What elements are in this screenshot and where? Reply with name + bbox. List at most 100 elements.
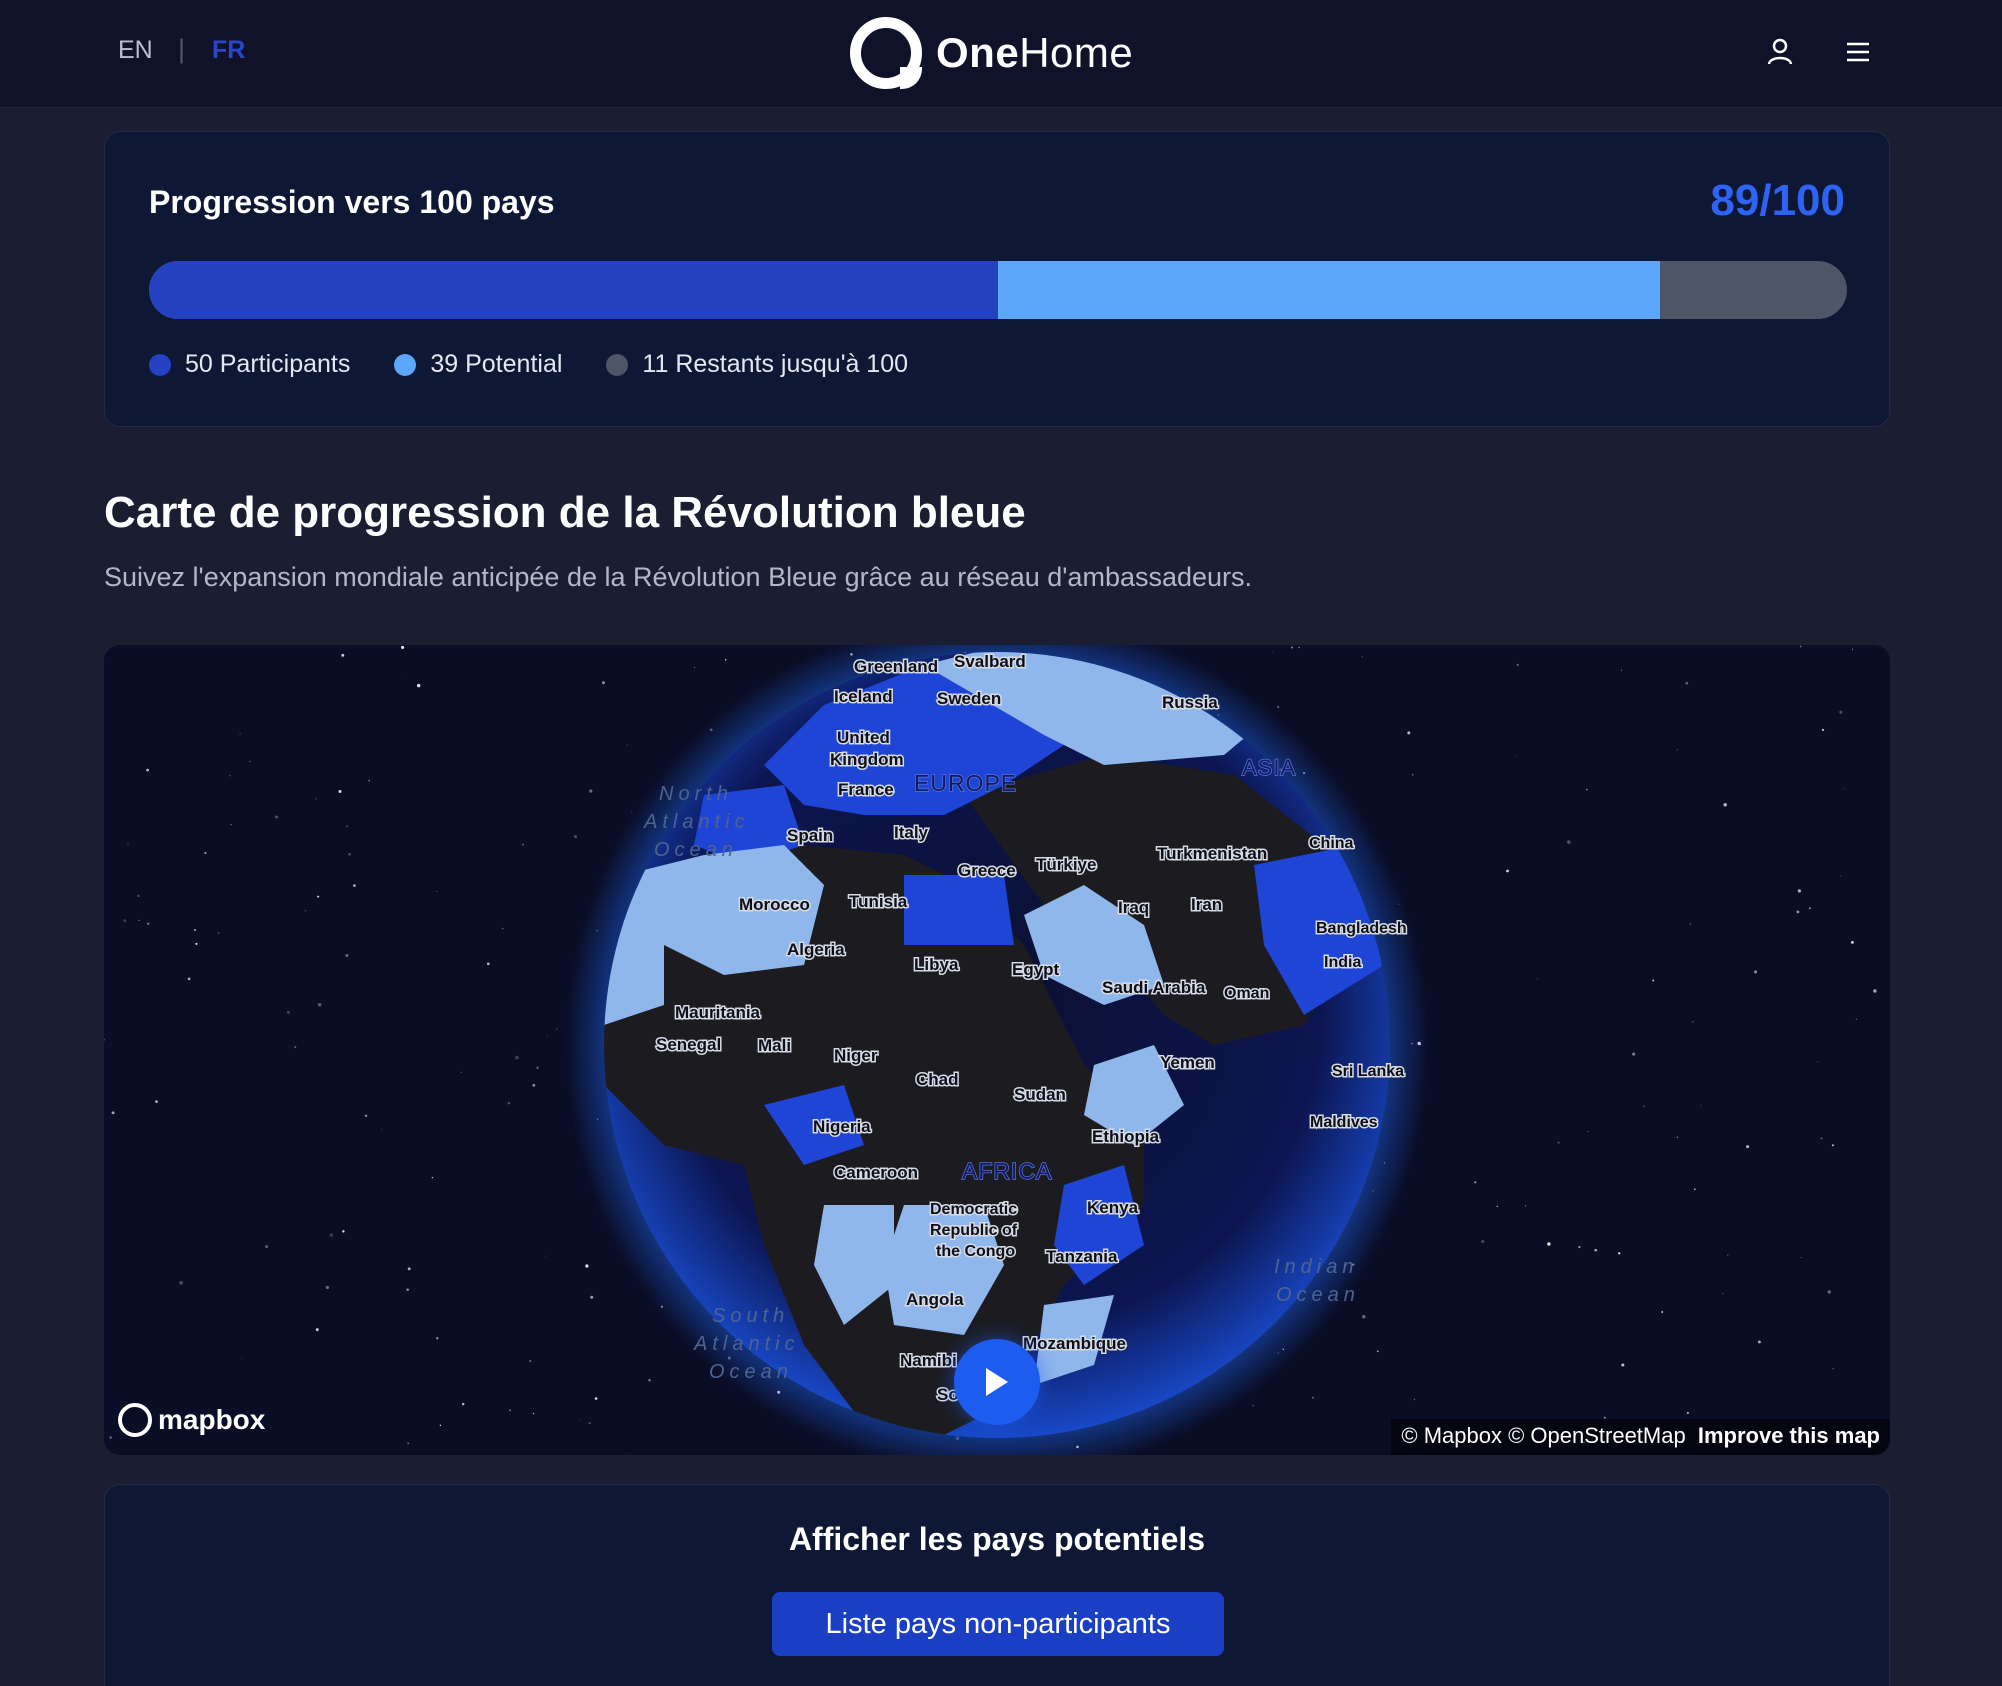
star xyxy=(590,1295,594,1299)
svg-text:Russia: Russia xyxy=(1162,693,1218,712)
svg-text:Sudan: Sudan xyxy=(1014,1085,1066,1104)
star xyxy=(1689,923,1692,925)
star xyxy=(1652,979,1655,982)
play-button[interactable] xyxy=(954,1339,1040,1425)
svg-text:Mozambique: Mozambique xyxy=(1023,1334,1126,1353)
star xyxy=(1621,1363,1625,1367)
svg-text:China: China xyxy=(1309,835,1354,852)
non-participants-list-button[interactable]: Liste pays non-participants xyxy=(772,1592,1224,1656)
svg-text:Namibi: Namibi xyxy=(900,1351,957,1370)
star xyxy=(401,645,405,649)
brand-logo[interactable]: OneHome xyxy=(850,15,1133,91)
potential-countries-title: Afficher les pays potentiels xyxy=(788,1521,1206,1557)
star xyxy=(146,922,150,925)
star xyxy=(1676,749,1678,751)
svg-text:Iran: Iran xyxy=(1191,895,1222,914)
star xyxy=(155,1100,158,1103)
play-icon xyxy=(986,1368,1008,1396)
globe-svg[interactable]: Greenland Svalbard Iceland Sweden Russia… xyxy=(104,645,1890,1455)
svg-text:Sweden: Sweden xyxy=(937,689,1001,708)
lang-en-link[interactable]: EN xyxy=(118,36,153,65)
star xyxy=(194,929,196,931)
star xyxy=(406,1288,409,1291)
star xyxy=(404,674,406,676)
star xyxy=(1676,1136,1678,1138)
user-icon[interactable] xyxy=(1762,34,1798,70)
star xyxy=(1851,648,1854,650)
star xyxy=(104,1038,106,1041)
star xyxy=(588,1422,591,1425)
star xyxy=(1727,1254,1729,1256)
svg-text:Mali: Mali xyxy=(758,1036,791,1055)
svg-text:Saudi Arabia: Saudi Arabia xyxy=(1102,978,1206,997)
lang-separator: | xyxy=(178,34,186,64)
svg-text:Sri Lanka: Sri Lanka xyxy=(1332,1063,1404,1080)
svg-text:Italy: Italy xyxy=(894,823,929,842)
star xyxy=(1277,705,1280,709)
svg-text:Ocean: Ocean xyxy=(654,839,738,861)
star xyxy=(1700,1104,1702,1106)
svg-text:India: India xyxy=(1324,954,1361,971)
star xyxy=(594,1397,598,1400)
svg-text:Democratic: Democratic xyxy=(930,1201,1017,1218)
star xyxy=(724,659,727,661)
star xyxy=(486,962,490,966)
svg-text:ASIA: ASIA xyxy=(1242,755,1296,780)
svg-text:Maldives: Maldives xyxy=(1310,1114,1378,1131)
svg-text:Iceland: Iceland xyxy=(834,687,893,706)
section-subtitle: Suivez l'expansion mondiale anticipée de… xyxy=(104,562,1253,592)
svg-text:Morocco: Morocco xyxy=(739,895,810,914)
star xyxy=(275,815,279,819)
star xyxy=(544,1255,546,1257)
svg-text:the Congo: the Congo xyxy=(936,1243,1015,1260)
star xyxy=(407,1442,410,1445)
lang-fr-link[interactable]: FR xyxy=(212,36,245,65)
star xyxy=(1474,1181,1477,1184)
improve-map-link[interactable]: Improve this map xyxy=(1698,1423,1880,1448)
star xyxy=(127,843,129,845)
star xyxy=(1800,1256,1802,1259)
star xyxy=(342,1230,345,1233)
star xyxy=(626,744,628,746)
legend-item-participants: 50 Participants xyxy=(149,350,350,379)
star xyxy=(241,1358,243,1360)
star xyxy=(1361,656,1363,658)
star xyxy=(532,1412,535,1415)
star xyxy=(536,1066,539,1069)
map-attribution: © Mapbox © OpenStreetMap Improve this ma… xyxy=(1391,1419,1890,1455)
section-title: Carte de progression de la Révolution bl… xyxy=(104,488,1026,537)
star xyxy=(294,1046,297,1049)
svg-text:Tanzania: Tanzania xyxy=(1046,1247,1118,1266)
svg-text:Oman: Oman xyxy=(1224,985,1269,1002)
attribution-text[interactable]: © Mapbox © OpenStreetMap xyxy=(1401,1423,1685,1448)
star xyxy=(1496,1205,1498,1208)
svg-text:Ocean: Ocean xyxy=(1276,1284,1360,1306)
star xyxy=(1832,1367,1834,1370)
star xyxy=(629,1453,631,1455)
hamburger-menu-icon[interactable] xyxy=(1840,34,1876,70)
star xyxy=(341,653,345,657)
globe-map[interactable]: Greenland Svalbard Iceland Sweden Russia… xyxy=(104,645,1890,1455)
svg-text:Greece: Greece xyxy=(958,861,1016,880)
star xyxy=(502,927,504,930)
star xyxy=(1855,1018,1857,1020)
star xyxy=(407,1267,411,1271)
svg-text:France: France xyxy=(838,780,894,799)
svg-text:Algeria: Algeria xyxy=(787,940,845,959)
star xyxy=(1873,989,1877,993)
star xyxy=(436,1337,439,1340)
star xyxy=(229,775,231,777)
star xyxy=(179,1281,183,1285)
svg-text:North: North xyxy=(659,783,733,805)
star xyxy=(1567,840,1571,844)
svg-text:Senegal: Senegal xyxy=(656,1035,721,1054)
star xyxy=(1481,1240,1485,1243)
progress-title: Progression vers 100 pays xyxy=(149,184,555,220)
star xyxy=(522,843,524,846)
star xyxy=(195,942,198,945)
legend-label: 39 Potential xyxy=(430,350,563,378)
mapbox-logo[interactable]: mapbox xyxy=(118,1403,265,1437)
star xyxy=(249,760,251,763)
star xyxy=(1820,1137,1823,1140)
star xyxy=(1407,731,1411,735)
